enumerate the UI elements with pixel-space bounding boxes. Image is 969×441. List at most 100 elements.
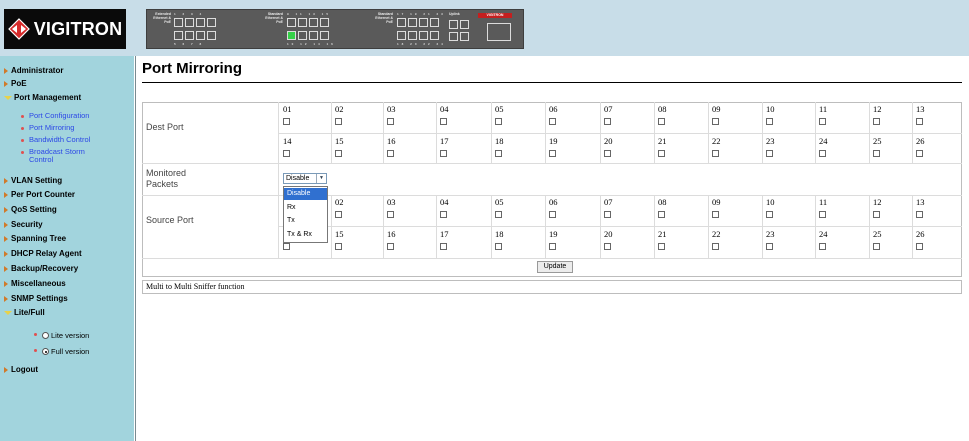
dest-port-20-checkbox[interactable] <box>604 150 611 157</box>
dest-port-18-checkbox[interactable] <box>495 150 502 157</box>
dest-port-13-checkbox[interactable] <box>916 118 923 125</box>
sidebar-item-security[interactable]: Security <box>4 220 43 229</box>
source-port-number: 16 <box>387 229 396 239</box>
dest-port-21-checkbox[interactable] <box>658 150 665 157</box>
dest-port-07-checkbox[interactable] <box>604 118 611 125</box>
dest-port-10-checkbox[interactable] <box>766 118 773 125</box>
sidebar-sub-port-mirroring[interactable]: Port Mirroring <box>29 124 129 132</box>
option-disable[interactable]: Disable <box>284 188 327 200</box>
row-divider <box>142 195 962 196</box>
source-port-19-checkbox[interactable] <box>549 243 556 250</box>
panel-vigitron-badge: VIGITRON <box>478 13 512 18</box>
source-port-09-checkbox[interactable] <box>712 211 719 218</box>
panel-numbers-bottom-2: 10 12 14 16 <box>287 42 336 46</box>
sidebar-item-backup-recovery[interactable]: Backup/Recovery <box>4 264 78 273</box>
source-port-25-checkbox[interactable] <box>873 243 880 250</box>
dest-port-09-checkbox[interactable] <box>712 118 719 125</box>
dest-port-number: 10 <box>766 104 775 114</box>
source-port-24-checkbox[interactable] <box>819 243 826 250</box>
dest-port-02-checkbox[interactable] <box>335 118 342 125</box>
dest-port-17-checkbox[interactable] <box>440 150 447 157</box>
arrow-right-icon <box>4 191 8 198</box>
source-port-12-checkbox[interactable] <box>873 211 880 218</box>
source-port-18-checkbox[interactable] <box>495 243 502 250</box>
full-version-option[interactable]: Full version <box>42 347 89 356</box>
vigitron-logo: VIGITRON <box>4 9 126 49</box>
panel-ports-row1-a <box>174 18 216 27</box>
dest-port-14-checkbox[interactable] <box>283 150 290 157</box>
dest-port-01-checkbox[interactable] <box>283 118 290 125</box>
radio-lite[interactable] <box>42 332 49 339</box>
source-port-04-checkbox[interactable] <box>440 211 447 218</box>
sidebar-item-per-port-counter[interactable]: Per Port Counter <box>4 190 75 199</box>
source-port-15-checkbox[interactable] <box>335 243 342 250</box>
source-port-07-checkbox[interactable] <box>604 211 611 218</box>
sidebar-item-lite-full[interactable]: Lite/Full <box>4 308 45 317</box>
sidebar-item-logout[interactable]: Logout <box>4 365 38 374</box>
sidebar-item-port-management[interactable]: Port Management <box>4 93 81 102</box>
dest-port-25-checkbox[interactable] <box>873 150 880 157</box>
source-port-03-checkbox[interactable] <box>387 211 394 218</box>
dest-port-05-checkbox[interactable] <box>495 118 502 125</box>
sidebar-item-dhcp-relay-agent[interactable]: DHCP Relay Agent <box>4 249 82 258</box>
source-port-23-checkbox[interactable] <box>766 243 773 250</box>
sidebar-item-vlan-setting[interactable]: VLAN Setting <box>4 176 62 185</box>
dest-port-06-checkbox[interactable] <box>549 118 556 125</box>
option-tx-rx[interactable]: Tx & Rx <box>284 229 327 241</box>
chevron-down-icon[interactable]: ▼ <box>316 174 326 183</box>
update-button[interactable]: Update <box>537 261 573 273</box>
dest-port-number: 01 <box>283 104 292 114</box>
dest-port-number: 25 <box>873 136 882 146</box>
dest-port-16-checkbox[interactable] <box>387 150 394 157</box>
dest-port-04-checkbox[interactable] <box>440 118 447 125</box>
dest-port-12-checkbox[interactable] <box>873 118 880 125</box>
dest-port-number: 16 <box>387 136 396 146</box>
sidebar-item-administrator[interactable]: Administrator <box>4 66 63 75</box>
source-port-05-checkbox[interactable] <box>495 211 502 218</box>
dest-port-23-checkbox[interactable] <box>766 150 773 157</box>
source-port-16-checkbox[interactable] <box>387 243 394 250</box>
sidebar-item-snmp-settings[interactable]: SNMP Settings <box>4 294 68 303</box>
sidebar-sub-port-configuration[interactable]: Port Configuration <box>29 112 129 120</box>
dest-port-26-checkbox[interactable] <box>916 150 923 157</box>
dest-port-15-checkbox[interactable] <box>335 150 342 157</box>
panel-ports-row2-b <box>287 31 329 40</box>
sidebar-item-miscellaneous[interactable]: Miscellaneous <box>4 279 66 288</box>
monitored-packets-select[interactable]: Disable ▼ <box>283 173 327 184</box>
source-port-26-checkbox[interactable] <box>916 243 923 250</box>
dest-port-11-checkbox[interactable] <box>819 118 826 125</box>
sidebar-item-qos-setting[interactable]: QoS Setting <box>4 205 57 214</box>
panel-label-uplink: Uplink <box>449 12 460 16</box>
source-port-11-checkbox[interactable] <box>819 211 826 218</box>
dest-port-08-checkbox[interactable] <box>658 118 665 125</box>
dest-port-number: 18 <box>495 136 504 146</box>
sidebar-item-poe[interactable]: PoE <box>4 79 27 88</box>
dest-port-03-checkbox[interactable] <box>387 118 394 125</box>
sidebar-item-spanning-tree[interactable]: Spanning Tree <box>4 234 66 243</box>
sidebar-sub-broadcast-storm-control[interactable]: Broadcast Storm Control <box>29 148 99 164</box>
source-port-17-checkbox[interactable] <box>440 243 447 250</box>
source-port-22-checkbox[interactable] <box>712 243 719 250</box>
source-port-number: 17 <box>440 229 449 239</box>
source-port-21-checkbox[interactable] <box>658 243 665 250</box>
source-port-02-checkbox[interactable] <box>335 211 342 218</box>
source-port-14-checkbox[interactable] <box>283 243 290 250</box>
lite-version-option[interactable]: Lite version <box>42 331 89 340</box>
dest-port-19-checkbox[interactable] <box>549 150 556 157</box>
option-tx[interactable]: Tx <box>284 215 327 227</box>
sidebar-sub-bandwidth-control[interactable]: Bandwidth Control <box>29 136 129 144</box>
source-port-08-checkbox[interactable] <box>658 211 665 218</box>
bullet-icon <box>21 139 24 142</box>
source-port-number: 06 <box>549 197 558 207</box>
source-port-13-checkbox[interactable] <box>916 211 923 218</box>
option-rx[interactable]: Rx <box>284 202 327 214</box>
source-port-number: 08 <box>658 197 667 207</box>
source-port-20-checkbox[interactable] <box>604 243 611 250</box>
radio-full[interactable] <box>42 348 49 355</box>
title-rule <box>142 82 962 83</box>
source-port-06-checkbox[interactable] <box>549 211 556 218</box>
source-port-10-checkbox[interactable] <box>766 211 773 218</box>
dest-port-22-checkbox[interactable] <box>712 150 719 157</box>
dest-port-24-checkbox[interactable] <box>819 150 826 157</box>
source-port-number: 26 <box>916 229 925 239</box>
